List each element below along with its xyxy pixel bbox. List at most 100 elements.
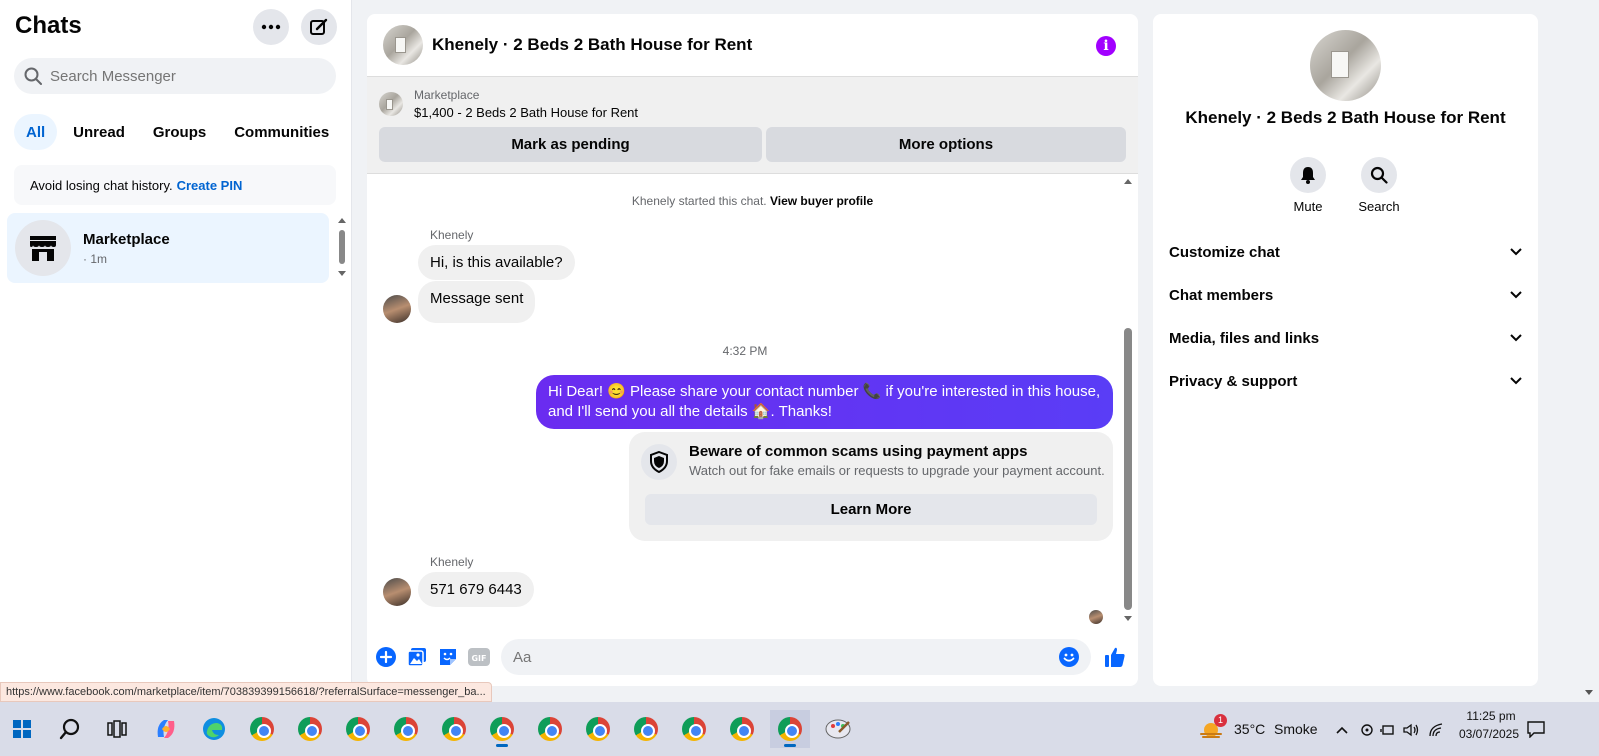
listing-source: Marketplace	[414, 88, 480, 102]
filter-unread[interactable]: Unread	[61, 114, 137, 150]
create-pin-link[interactable]: Create PIN	[177, 178, 243, 193]
taskbar-chrome-profile[interactable]	[578, 710, 618, 748]
section-chat-members[interactable]: Chat members	[1169, 277, 1522, 313]
learn-more-button[interactable]: Learn More	[645, 494, 1097, 525]
incoming-message[interactable]: Hi, is this available?	[418, 245, 575, 280]
sidebar-scrollbar[interactable]	[337, 216, 347, 280]
section-privacy-support[interactable]: Privacy & support	[1169, 363, 1522, 399]
battery-plug-icon[interactable]	[1380, 723, 1396, 737]
filter-groups[interactable]: Groups	[141, 114, 218, 150]
taskbar-chrome-profile[interactable]	[434, 710, 474, 748]
plus-circle-icon	[376, 647, 396, 667]
search-label: Search	[1358, 199, 1400, 214]
taskbar-chrome-profile[interactable]	[626, 710, 666, 748]
chat-list-item-marketplace[interactable]: Marketplace · 1m	[7, 213, 329, 283]
section-label: Chat members	[1169, 286, 1274, 304]
filter-all[interactable]: All	[14, 114, 58, 150]
clock-time[interactable]: 11:25 pm	[1458, 709, 1524, 723]
location-icon[interactable]	[1360, 723, 1374, 737]
sender-name: Khenely	[430, 555, 474, 569]
sender-avatar[interactable]	[383, 295, 411, 323]
sidebar-scroll-thumb[interactable]	[339, 230, 345, 264]
chrome-icon	[346, 717, 370, 741]
chrome-icon	[634, 717, 658, 741]
taskbar-chrome-profile[interactable]	[386, 710, 426, 748]
filter-tabs: All Unread Groups Communities	[14, 114, 341, 150]
gif-button[interactable]: GIF	[468, 646, 490, 668]
new-message-button[interactable]	[301, 9, 337, 45]
weather-temp: 35°C	[1234, 721, 1266, 737]
search-action[interactable]: Search	[1349, 157, 1409, 214]
chrome-icon	[298, 717, 322, 741]
chrome-icon	[730, 717, 754, 741]
task-view-button[interactable]	[97, 710, 137, 748]
chat-scrollbar[interactable]	[1121, 174, 1135, 629]
section-media-files-links[interactable]: Media, files and links	[1169, 320, 1522, 356]
sticker-button[interactable]	[437, 646, 459, 668]
message-input-box[interactable]	[501, 639, 1091, 675]
taskbar-edge[interactable]	[194, 710, 234, 748]
notifications-icon[interactable]	[1526, 720, 1546, 738]
taskbar-chrome-profile[interactable]	[722, 710, 762, 748]
mute-action[interactable]: Mute	[1278, 157, 1338, 214]
send-like-button[interactable]	[1104, 646, 1126, 668]
bell-icon	[1301, 167, 1315, 184]
outgoing-message[interactable]: Hi Dear! 😊 Please share your contact num…	[536, 375, 1113, 429]
photo-icon	[407, 648, 426, 667]
incoming-message[interactable]: 571 679 6443	[418, 572, 534, 607]
taskbar-chrome-profile[interactable]	[290, 710, 330, 748]
taskbar-chrome-profile[interactable]	[482, 710, 522, 748]
ellipsis-icon	[261, 24, 281, 30]
sender-avatar[interactable]	[383, 578, 411, 606]
section-customize-chat[interactable]: Customize chat	[1169, 234, 1522, 270]
clock-date[interactable]: 03/07/2025	[1452, 727, 1526, 741]
listing-bar: Marketplace $1,400 - 2 Beds 2 Bath House…	[367, 77, 1138, 174]
chrome-icon	[778, 717, 802, 741]
chrome-icon	[538, 717, 562, 741]
marketplace-avatar	[15, 220, 71, 276]
emoji-icon[interactable]	[1059, 647, 1079, 667]
listing-avatar[interactable]	[383, 25, 423, 65]
shield-icon-wrap	[641, 444, 677, 480]
taskbar-chrome[interactable]	[242, 710, 282, 748]
taskbar-chrome-active[interactable]	[770, 710, 810, 748]
scam-title: Beware of common scams using payment app…	[689, 443, 1028, 460]
info-chat-name: Khenely · 2 Beds 2 Bath House for Rent	[1185, 108, 1506, 127]
chevron-down-icon	[1510, 377, 1522, 385]
filter-communities[interactable]: Communities	[222, 114, 341, 150]
chat-panel: Khenely · 2 Beds 2 Bath House for Rent i…	[367, 14, 1138, 686]
taskbar-chrome-profile[interactable]	[530, 710, 570, 748]
message-input[interactable]	[513, 648, 1033, 666]
page-scroll-down-icon[interactable]	[1583, 689, 1595, 697]
chat-item-time: · 1m	[83, 251, 107, 266]
search-input[interactable]	[50, 67, 320, 85]
taskbar-paint-app[interactable]	[818, 710, 858, 748]
taskbar-copilot[interactable]	[146, 710, 186, 748]
search-messenger-box[interactable]	[14, 58, 336, 94]
windows-taskbar: 1 35°C Smoke 11:25 pm 03/07/2025	[0, 702, 1599, 756]
attach-photo-button[interactable]	[406, 646, 428, 668]
chat-title[interactable]: Khenely · 2 Beds 2 Bath House for Rent	[432, 35, 752, 55]
info-icon[interactable]: i	[1096, 36, 1116, 56]
start-button[interactable]	[2, 710, 42, 748]
mark-as-pending-button[interactable]: Mark as pending	[379, 127, 762, 162]
weather-widget-icon[interactable]: 1	[1192, 710, 1232, 748]
listing-price-title[interactable]: $1,400 - 2 Beds 2 Bath House for Rent	[414, 105, 638, 120]
storefront-icon	[30, 236, 56, 261]
more-options-button[interactable]	[253, 9, 289, 45]
chevron-down-icon	[1510, 248, 1522, 256]
wifi-icon[interactable]	[1428, 723, 1446, 737]
info-listing-avatar[interactable]	[1310, 30, 1381, 101]
more-options-listing-button[interactable]: More options	[766, 127, 1126, 162]
taskbar-chrome-profile[interactable]	[338, 710, 378, 748]
incoming-message[interactable]: Message sent	[418, 281, 536, 323]
tray-chevron-up-icon[interactable]	[1336, 726, 1348, 734]
volume-icon[interactable]	[1402, 723, 1420, 737]
started-text: Khenely started this chat.	[631, 194, 767, 208]
taskbar-search-button[interactable]	[50, 710, 90, 748]
taskbar-chrome-profile[interactable]	[674, 710, 714, 748]
listing-thumb[interactable]	[379, 92, 403, 116]
chat-scroll-thumb[interactable]	[1124, 328, 1132, 610]
more-actions-button[interactable]	[375, 646, 397, 668]
view-buyer-profile-link[interactable]: View buyer profile	[770, 194, 873, 208]
